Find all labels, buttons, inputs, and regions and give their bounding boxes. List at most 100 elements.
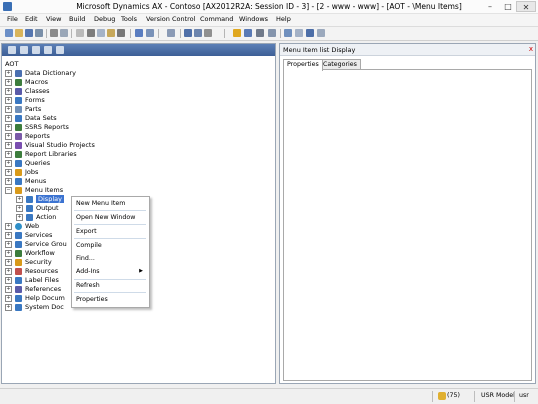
tree-node-parts[interactable]: + Parts	[5, 105, 41, 114]
debugger-icon[interactable]	[284, 29, 292, 37]
tree-root[interactable]: AOT	[5, 60, 18, 69]
ctx-open-new-window[interactable]: Open New Window	[76, 214, 135, 221]
menu-view[interactable]: View	[46, 15, 61, 23]
open-icon[interactable]	[15, 29, 23, 37]
filter-icon[interactable]	[184, 29, 192, 37]
aot-import-icon[interactable]	[44, 46, 52, 54]
tree-node-reports[interactable]: + Reports	[5, 132, 50, 141]
breakpoint-icon[interactable]	[295, 29, 303, 37]
tree-node-security[interactable]: + Security	[5, 258, 52, 267]
help-icon[interactable]	[306, 29, 314, 37]
tree-node-queries[interactable]: + Queries	[5, 159, 50, 168]
tree-node-resources[interactable]: + Resources	[5, 267, 58, 276]
tree-node-help-documentation[interactable]: + Help Docum	[5, 294, 65, 303]
aot-icon[interactable]	[244, 29, 252, 37]
tree-node-data-sets[interactable]: + Data Sets	[5, 114, 57, 123]
aot-open-icon[interactable]	[8, 46, 16, 54]
expand-icon[interactable]: +	[5, 150, 12, 158]
expand-icon[interactable]: +	[5, 105, 12, 113]
paste-icon[interactable]	[107, 29, 115, 37]
tree-node-menu-items[interactable]: − Menu Items	[5, 186, 63, 195]
tree-node-data-dictionary[interactable]: + Data Dictionary	[5, 69, 76, 78]
menu-edit[interactable]: Edit	[25, 15, 38, 23]
ctx-new-menu-item[interactable]: New Menu Item	[76, 200, 125, 207]
expand-icon[interactable]: +	[5, 285, 12, 293]
tree-node-web[interactable]: + Web	[5, 222, 39, 231]
tree-node-label-files[interactable]: + Label Files	[5, 276, 59, 285]
expand-icon[interactable]: +	[16, 213, 23, 221]
tree-node-action[interactable]: + Action	[16, 213, 56, 222]
undo-icon[interactable]	[76, 29, 84, 37]
minimize-button[interactable]: –	[482, 1, 498, 12]
new-icon[interactable]	[5, 29, 13, 37]
expand-icon[interactable]: +	[16, 195, 23, 203]
cut-icon[interactable]	[87, 29, 95, 37]
menu-file[interactable]: File	[7, 15, 18, 23]
expand-icon[interactable]: +	[16, 204, 23, 212]
expand-icon[interactable]: +	[5, 114, 12, 122]
tree-node-forms[interactable]: + Forms	[5, 96, 45, 105]
property-grid[interactable]	[283, 69, 532, 381]
aot-save-icon[interactable]	[32, 46, 40, 54]
ctx-properties[interactable]: Properties	[76, 296, 108, 303]
menu-debug[interactable]: Debug	[94, 15, 115, 23]
tree-node-classes[interactable]: + Classes	[5, 87, 50, 96]
panel-close-icon[interactable]: x	[529, 45, 533, 53]
save-all-icon[interactable]	[35, 29, 43, 37]
menu-version-control[interactable]: Version Control	[146, 15, 195, 23]
tree-node-display[interactable]: + Display	[16, 195, 64, 204]
menu-build[interactable]: Build	[69, 15, 85, 23]
expand-icon[interactable]: +	[5, 249, 12, 257]
find-icon[interactable]	[194, 29, 202, 37]
tree-node-visual-studio-projects[interactable]: + Visual Studio Projects	[5, 141, 95, 150]
tree-node-menus[interactable]: + Menus	[5, 177, 46, 186]
menu-command[interactable]: Command	[200, 15, 233, 23]
tree-node-ssrs-reports[interactable]: + SSRS Reports	[5, 123, 69, 132]
menu-help[interactable]: Help	[276, 15, 291, 23]
tree-node-report-libraries[interactable]: + Report Libraries	[5, 150, 77, 159]
ctx-refresh[interactable]: Refresh	[76, 282, 100, 289]
tree-node-output[interactable]: + Output	[16, 204, 59, 213]
run-icon[interactable]	[146, 29, 154, 37]
refresh-icon[interactable]	[204, 29, 212, 37]
menu-windows[interactable]: Windows	[239, 15, 268, 23]
tree-node-services[interactable]: + Services	[5, 231, 52, 240]
warning-icon[interactable]	[233, 29, 241, 37]
expand-icon[interactable]: +	[5, 258, 12, 266]
ctx-find[interactable]: Find...	[76, 255, 95, 262]
compare-icon[interactable]	[268, 29, 276, 37]
expand-icon[interactable]: +	[5, 132, 12, 140]
expand-icon[interactable]: +	[5, 168, 12, 176]
expand-icon[interactable]: +	[5, 231, 12, 239]
expand-icon[interactable]: +	[5, 69, 12, 77]
ctx-export[interactable]: Export	[76, 228, 97, 235]
aot-compile-icon[interactable]	[56, 46, 64, 54]
tree-node-macros[interactable]: + Macros	[5, 78, 48, 87]
expand-icon[interactable]: +	[5, 267, 12, 275]
tree-node-system-documentation[interactable]: + System Doc	[5, 303, 64, 312]
close-button[interactable]: ✕	[516, 1, 536, 12]
tab-properties[interactable]: Properties	[283, 59, 323, 71]
delete-icon[interactable]	[117, 29, 125, 37]
expand-icon[interactable]: +	[5, 303, 12, 311]
expand-icon[interactable]: +	[5, 141, 12, 149]
expand-icon[interactable]: +	[5, 87, 12, 95]
tree-node-references[interactable]: + References	[5, 285, 61, 294]
print-icon[interactable]	[50, 29, 58, 37]
expand-icon[interactable]: +	[5, 222, 12, 230]
aot-properties-icon[interactable]	[20, 46, 28, 54]
tree-node-service-groups[interactable]: + Service Grou	[5, 240, 67, 249]
print-preview-icon[interactable]	[60, 29, 68, 37]
collapse-icon[interactable]: −	[5, 186, 12, 194]
ctx-compile[interactable]: Compile	[76, 242, 102, 249]
project-icon[interactable]	[256, 29, 264, 37]
window-icon[interactable]	[317, 29, 325, 37]
expand-icon[interactable]: +	[5, 294, 12, 302]
properties-icon[interactable]	[167, 29, 175, 37]
expand-icon[interactable]: +	[5, 276, 12, 284]
compile-icon[interactable]	[135, 29, 143, 37]
notification-bell-icon[interactable]	[438, 392, 446, 400]
ctx-add-ins[interactable]: Add-Ins ▶	[76, 268, 146, 275]
tree-node-workflow[interactable]: + Workflow	[5, 249, 55, 258]
expand-icon[interactable]: +	[5, 159, 12, 167]
